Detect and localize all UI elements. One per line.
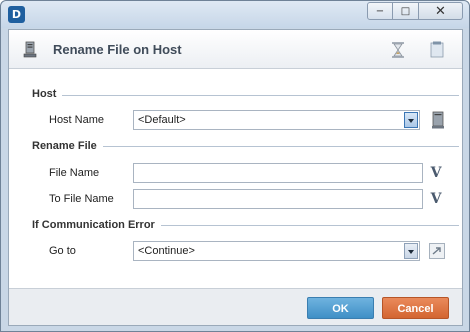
- to-file-name-input[interactable]: [133, 189, 423, 209]
- note-icon[interactable]: [430, 41, 445, 58]
- file-name-label: File Name: [49, 167, 100, 179]
- host-name-value: <Default>: [138, 114, 186, 126]
- host-name-select[interactable]: <Default>: [133, 110, 420, 130]
- dialog-title: Rename File on Host: [53, 42, 182, 57]
- section-error-title: If Communication Error: [32, 219, 161, 231]
- ok-button[interactable]: OK: [307, 297, 374, 319]
- section-divider: [32, 95, 459, 96]
- minimize-button[interactable]: −: [367, 2, 393, 20]
- app-logo-icon: D: [8, 6, 25, 23]
- maximize-button[interactable]: □: [393, 2, 419, 20]
- hourglass-icon[interactable]: [391, 41, 405, 59]
- goto-select[interactable]: <Continue>: [133, 241, 420, 261]
- chevron-down-icon[interactable]: [404, 112, 418, 128]
- cancel-button[interactable]: Cancel: [382, 297, 449, 319]
- goto-label: Go to: [49, 245, 76, 257]
- goto-jump-icon[interactable]: [429, 243, 445, 259]
- section-host-title: Host: [32, 88, 63, 100]
- dialog-body: Rename File on Host Host Host Name <Defa…: [8, 29, 463, 326]
- dialog-footer: OK Cancel: [9, 288, 462, 325]
- host-browse-icon[interactable]: [431, 111, 445, 129]
- dialog-window: D − □ ✕ Rename File on Host Host Host Na…: [0, 0, 470, 332]
- window-controls: − □ ✕: [367, 2, 463, 20]
- chevron-down-icon[interactable]: [404, 243, 418, 259]
- file-name-input[interactable]: [133, 163, 423, 183]
- close-button[interactable]: ✕: [419, 2, 463, 20]
- dialog-header: Rename File on Host: [9, 30, 462, 69]
- host-name-label: Host Name: [49, 114, 105, 126]
- file-name-variable-button[interactable]: V: [428, 164, 444, 182]
- to-file-name-variable-button[interactable]: V: [428, 190, 444, 208]
- section-rename-title: Rename File: [32, 140, 103, 152]
- host-computer-icon: [23, 41, 37, 58]
- goto-value: <Continue>: [138, 245, 195, 257]
- to-file-name-label: To File Name: [49, 193, 114, 205]
- title-bar[interactable]: D − □ ✕: [1, 1, 469, 28]
